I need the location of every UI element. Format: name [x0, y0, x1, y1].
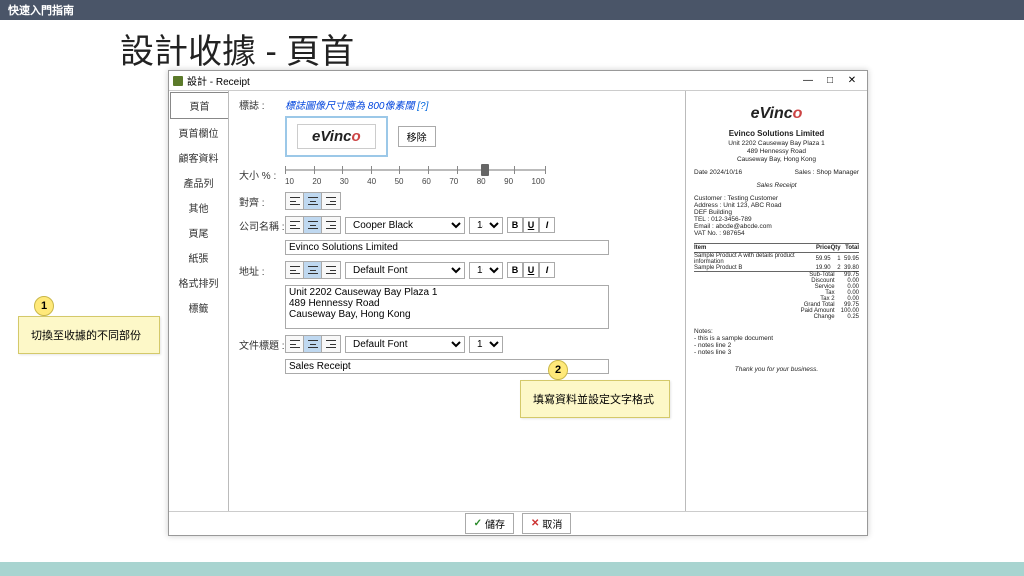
align-center-icon[interactable] [304, 217, 322, 233]
address-size-select[interactable]: 10 [469, 262, 503, 279]
x-icon: ✕ [531, 518, 539, 529]
callout-badge-1: 1 [34, 296, 54, 316]
italic-button[interactable]: I [539, 217, 555, 233]
preview-notes: Notes: - this is a sample document- note… [694, 328, 859, 356]
maximize-button[interactable]: □ [819, 73, 841, 89]
remove-logo-button[interactable]: 移除 [398, 126, 436, 147]
company-label: 公司名稱 : [239, 218, 285, 233]
tab-products[interactable]: 產品列 [169, 170, 228, 195]
receipt-preview: eVinco Evinco Solutions Limited Unit 220… [685, 91, 867, 511]
close-button[interactable]: ✕ [841, 73, 863, 89]
help-icon[interactable]: [?] [417, 101, 428, 112]
dialog-footer: ✓儲存 ✕取消 [169, 511, 867, 535]
align-center-icon[interactable] [304, 336, 322, 352]
doctitle-label: 文件標題 : [239, 337, 285, 352]
tab-footer[interactable]: 頁尾 [169, 220, 228, 245]
preview-date: Date 2024/10/16 [694, 169, 742, 176]
tab-customer[interactable]: 顧客資料 [169, 145, 228, 170]
logo-size-slider[interactable] [285, 163, 545, 177]
align-left-icon[interactable] [286, 262, 304, 278]
tab-paper[interactable]: 紙張 [169, 245, 228, 270]
cancel-button[interactable]: ✕取消 [522, 513, 571, 534]
slider-thumb[interactable] [481, 164, 489, 176]
align-left-button[interactable] [286, 193, 304, 209]
company-align [285, 216, 341, 234]
app-icon [173, 76, 183, 86]
section-tabs: 頁首 頁首欄位 顧客資料 產品列 其他 頁尾 紙張 格式排列 標籤 [169, 91, 229, 511]
underline-button[interactable]: U [523, 217, 539, 233]
minimize-button[interactable]: — [797, 73, 819, 89]
header-form: 標誌 : 標誌圖像尺寸應為 800像素闊 [?] eVinco 移除 大小 % … [229, 91, 685, 511]
check-icon: ✓ [474, 518, 482, 529]
align-right-button[interactable] [322, 193, 340, 209]
callout-1: 切換至收據的不同部份 [18, 316, 160, 354]
logo-preview[interactable]: eVinco [285, 116, 388, 157]
company-size-select[interactable]: 14 [469, 217, 503, 234]
preview-doc-title: Sales Receipt [694, 182, 859, 189]
bold-button[interactable]: B [507, 262, 523, 278]
size-label: 大小 % : [239, 167, 285, 182]
preview-addr: Unit 2202 Causeway Bay Plaza 1 [694, 140, 859, 147]
preview-company: Evinco Solutions Limited [694, 129, 859, 138]
preview-sales: Sales : Shop Manager [795, 169, 859, 176]
align-right-icon[interactable] [322, 262, 340, 278]
page-title: 設計收據 - 頁首 [0, 20, 1024, 77]
doctitle-font-select[interactable]: Default Font [345, 336, 465, 353]
align-center-icon[interactable] [304, 262, 322, 278]
align-right-icon[interactable] [322, 336, 340, 352]
align-left-icon[interactable] [286, 217, 304, 233]
page-footer-band [0, 562, 1024, 576]
logo-label: 標誌 : [239, 97, 285, 112]
tab-labels[interactable]: 標籤 [169, 295, 228, 320]
logo-align-group [285, 192, 341, 210]
slider-ticks: 102030405060708090100 [285, 177, 545, 186]
callout-badge-2: 2 [548, 360, 568, 380]
company-font-select[interactable]: Cooper Black [345, 217, 465, 234]
tab-header-fields[interactable]: 頁首欄位 [169, 120, 228, 145]
save-button[interactable]: ✓儲存 [465, 513, 514, 534]
tab-header[interactable]: 頁首 [170, 92, 228, 119]
company-name-input[interactable] [285, 240, 609, 255]
align-label: 對齊 : [239, 194, 285, 209]
address-font-select[interactable]: Default Font [345, 262, 465, 279]
align-center-button[interactable] [304, 193, 322, 209]
align-right-icon[interactable] [322, 217, 340, 233]
titlebar: 設計 - Receipt — □ ✕ [169, 71, 867, 91]
preview-customer: Customer : Testing CustomerAddress : Uni… [694, 195, 859, 237]
logo-hint: 標誌圖像尺寸應為 800像素闊 [?] [285, 97, 675, 112]
tab-other[interactable]: 其他 [169, 195, 228, 220]
tab-format[interactable]: 格式排列 [169, 270, 228, 295]
doctitle-size-select[interactable]: 12 [469, 336, 503, 353]
address-label: 地址 : [239, 263, 285, 278]
address-input[interactable]: Unit 2202 Causeway Bay Plaza 1 489 Henne… [285, 285, 609, 329]
preview-items-table: ItemPriceQtyTotal Sample Product A with … [694, 243, 859, 320]
bold-button[interactable]: B [507, 217, 523, 233]
underline-button[interactable]: U [523, 262, 539, 278]
preview-logo: eVinco [694, 105, 859, 123]
window-title: 設計 - Receipt [187, 73, 250, 88]
doc-header: 快速入門指南 [0, 0, 1024, 20]
align-left-icon[interactable] [286, 336, 304, 352]
callout-2: 填寫資料並設定文字格式 [520, 380, 670, 418]
designer-window: 設計 - Receipt — □ ✕ 頁首 頁首欄位 顧客資料 產品列 其他 頁… [168, 70, 868, 536]
italic-button[interactable]: I [539, 262, 555, 278]
preview-thank: Thank you for your business. [694, 366, 859, 373]
